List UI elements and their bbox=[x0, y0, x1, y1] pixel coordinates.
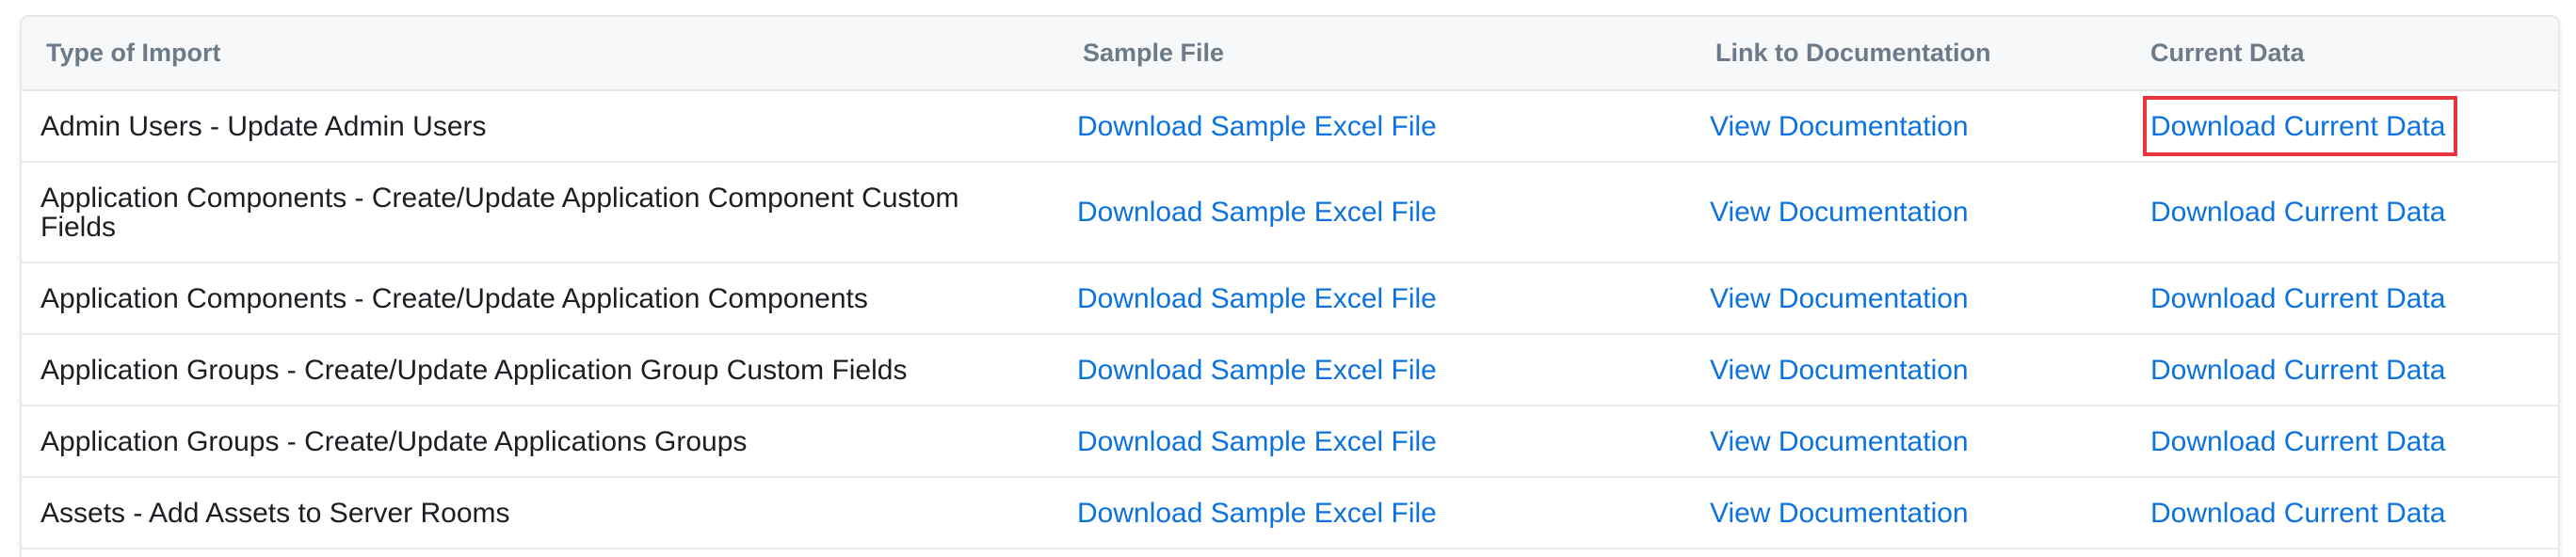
import-types-table: Type of Import Sample File Link to Docum… bbox=[22, 17, 2558, 549]
table-row: Admin Users - Update Admin Users Downloa… bbox=[22, 90, 2558, 162]
sample-file-cell: Download Sample Excel File bbox=[1058, 477, 1691, 549]
documentation-cell: View Documentation bbox=[1691, 162, 2132, 263]
sample-file-cell: Download Sample Excel File bbox=[1058, 406, 1691, 477]
header-link-to-documentation: Link to Documentation bbox=[1691, 17, 2132, 91]
documentation-cell: View Documentation bbox=[1691, 334, 2132, 406]
header-type-of-import: Type of Import bbox=[22, 17, 1058, 91]
current-data-cell: Download Current Data bbox=[2132, 477, 2558, 549]
sample-file-cell: Download Sample Excel File bbox=[1058, 162, 1691, 263]
current-data-cell: Download Current Data bbox=[2132, 334, 2558, 406]
table-row: Application Components - Create/Update A… bbox=[22, 162, 2558, 263]
import-type-cell: Application Groups - Create/Update Appli… bbox=[40, 354, 908, 386]
import-type-cell: Application Components - Create/Update A… bbox=[40, 282, 868, 314]
view-documentation-link[interactable]: View Documentation bbox=[1710, 111, 1969, 142]
documentation-cell: View Documentation bbox=[1691, 406, 2132, 477]
header-row: Type of Import Sample File Link to Docum… bbox=[22, 17, 2558, 91]
table-header: Type of Import Sample File Link to Docum… bbox=[22, 17, 2558, 91]
view-documentation-link[interactable]: View Documentation bbox=[1710, 283, 1969, 314]
table-row: Assets - Add Assets to Server Rooms Down… bbox=[22, 477, 2558, 549]
documentation-cell: View Documentation bbox=[1691, 90, 2132, 162]
current-data-cell: Download Current Data bbox=[2132, 406, 2558, 477]
download-current-data-link[interactable]: Download Current Data bbox=[2150, 283, 2446, 314]
download-sample-excel-link[interactable]: Download Sample Excel File bbox=[1077, 426, 1437, 457]
table-row: Application Groups - Create/Update Appli… bbox=[22, 334, 2558, 406]
current-data-cell: Download Current Data bbox=[2132, 162, 2558, 263]
import-type-cell: Assets - Add Assets to Server Rooms bbox=[40, 497, 510, 529]
download-current-data-link[interactable]: Download Current Data bbox=[2150, 111, 2446, 142]
sample-file-cell: Download Sample Excel File bbox=[1058, 90, 1691, 162]
view-documentation-link[interactable]: View Documentation bbox=[1710, 355, 1969, 386]
table-row: Application Groups - Create/Update Appli… bbox=[22, 406, 2558, 477]
sample-file-cell: Download Sample Excel File bbox=[1058, 263, 1691, 334]
current-data-cell: Download Current Data bbox=[2132, 263, 2558, 334]
import-type-cell: Application Components - Create/Update A… bbox=[40, 182, 959, 243]
header-current-data: Current Data bbox=[2132, 17, 2558, 91]
import-types-table-card: Type of Import Sample File Link to Docum… bbox=[20, 15, 2560, 557]
download-sample-excel-link[interactable]: Download Sample Excel File bbox=[1077, 355, 1437, 386]
download-sample-excel-link[interactable]: Download Sample Excel File bbox=[1077, 197, 1437, 228]
download-current-data-link[interactable]: Download Current Data bbox=[2150, 197, 2446, 228]
download-current-data-link[interactable]: Download Current Data bbox=[2150, 355, 2446, 386]
view-documentation-link[interactable]: View Documentation bbox=[1710, 197, 1969, 228]
import-type-cell: Admin Users - Update Admin Users bbox=[40, 110, 487, 142]
highlight-box: Download Current Data bbox=[2143, 96, 2457, 156]
documentation-cell: View Documentation bbox=[1691, 477, 2132, 549]
download-current-data-link[interactable]: Download Current Data bbox=[2150, 426, 2446, 457]
table-row: Application Components - Create/Update A… bbox=[22, 263, 2558, 334]
view-documentation-link[interactable]: View Documentation bbox=[1710, 498, 1969, 529]
documentation-cell: View Documentation bbox=[1691, 263, 2132, 334]
import-type-cell: Application Groups - Create/Update Appli… bbox=[40, 425, 748, 457]
page: Type of Import Sample File Link to Docum… bbox=[0, 0, 2576, 557]
download-current-data-link[interactable]: Download Current Data bbox=[2150, 498, 2446, 529]
current-data-cell: Download Current Data bbox=[2132, 90, 2558, 162]
sample-file-cell: Download Sample Excel File bbox=[1058, 334, 1691, 406]
download-sample-excel-link[interactable]: Download Sample Excel File bbox=[1077, 498, 1437, 529]
download-sample-excel-link[interactable]: Download Sample Excel File bbox=[1077, 283, 1437, 314]
header-sample-file: Sample File bbox=[1058, 17, 1691, 91]
table-body: Admin Users - Update Admin Users Downloa… bbox=[22, 90, 2558, 549]
download-sample-excel-link[interactable]: Download Sample Excel File bbox=[1077, 111, 1437, 142]
view-documentation-link[interactable]: View Documentation bbox=[1710, 426, 1969, 457]
